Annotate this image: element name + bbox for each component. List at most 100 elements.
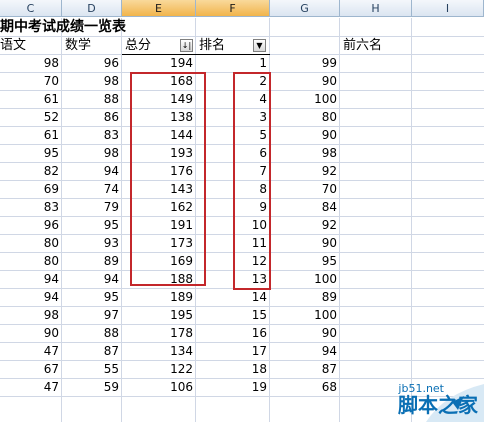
cell-d[interactable]: 98	[62, 145, 122, 162]
cell-h[interactable]	[340, 199, 412, 216]
cell-f[interactable]: 14	[196, 289, 270, 306]
cell-d[interactable]: 88	[62, 91, 122, 108]
cell-e[interactable]: 176	[122, 163, 196, 180]
cell-c[interactable]: 80	[0, 253, 62, 270]
cell-c[interactable]: 95	[0, 145, 62, 162]
cell-e[interactable]: 162	[122, 199, 196, 216]
cell-f[interactable]: 16	[196, 325, 270, 342]
cell-e[interactable]: 191	[122, 217, 196, 234]
cell-e[interactable]: 149	[122, 91, 196, 108]
column-header-g[interactable]: G	[270, 0, 340, 17]
cell-g[interactable]: 95	[270, 253, 340, 270]
cell-d[interactable]: 93	[62, 235, 122, 252]
cell-h[interactable]	[340, 73, 412, 90]
cell-d[interactable]: 89	[62, 253, 122, 270]
cell-g[interactable]: 68	[270, 379, 340, 396]
cell-c[interactable]: 47	[0, 343, 62, 360]
cell-e[interactable]: 106	[122, 379, 196, 396]
cell-c[interactable]: 61	[0, 127, 62, 144]
cell-h[interactable]	[340, 109, 412, 126]
cell-g[interactable]: 92	[270, 163, 340, 180]
column-header-h[interactable]: H	[340, 0, 412, 17]
cell-h[interactable]	[340, 271, 412, 288]
cell-d[interactable]: 88	[62, 325, 122, 342]
cell-f[interactable]: 6	[196, 145, 270, 162]
cell-d[interactable]: 87	[62, 343, 122, 360]
cell-g[interactable]: 100	[270, 271, 340, 288]
cell-g[interactable]: 80	[270, 109, 340, 126]
cell-c[interactable]: 67	[0, 361, 62, 378]
cell-d[interactable]: 79	[62, 199, 122, 216]
cell-g[interactable]: 70	[270, 181, 340, 198]
cell-f[interactable]: 19	[196, 379, 270, 396]
cell-f[interactable]: 1	[196, 55, 270, 72]
cell-c[interactable]: 69	[0, 181, 62, 198]
cell-e[interactable]: 193	[122, 145, 196, 162]
rank-filter-dropdown-button[interactable]: ▼	[253, 39, 266, 52]
cell-e[interactable]: 188	[122, 271, 196, 288]
cell-h[interactable]	[340, 235, 412, 252]
cell-c[interactable]: 96	[0, 217, 62, 234]
cell-d[interactable]: 94	[62, 163, 122, 180]
cell-d[interactable]: 98	[62, 73, 122, 90]
cell-f[interactable]: 15	[196, 307, 270, 324]
cell-c[interactable]: 82	[0, 163, 62, 180]
column-header-c[interactable]: C	[0, 0, 62, 17]
cell-f[interactable]: 2	[196, 73, 270, 90]
cell-h[interactable]	[340, 163, 412, 180]
cell-h[interactable]	[340, 181, 412, 198]
cell-h[interactable]	[340, 343, 412, 360]
sheet-title[interactable]: 期中考试成绩一览表	[0, 18, 126, 37]
cell-d[interactable]: 95	[62, 217, 122, 234]
cell-h[interactable]	[340, 127, 412, 144]
header-math[interactable]: 数学	[62, 37, 122, 55]
cell-h[interactable]	[340, 145, 412, 162]
column-header-i[interactable]: I	[412, 0, 484, 17]
cell-f[interactable]: 5	[196, 127, 270, 144]
cell-d[interactable]: 59	[62, 379, 122, 396]
cell-f[interactable]: 8	[196, 181, 270, 198]
cell-c[interactable]: 61	[0, 91, 62, 108]
cell-f[interactable]: 18	[196, 361, 270, 378]
cell-e[interactable]: 134	[122, 343, 196, 360]
cell-c[interactable]: 47	[0, 379, 62, 396]
cell-c[interactable]: 94	[0, 289, 62, 306]
cell-f[interactable]: 10	[196, 217, 270, 234]
cell-h[interactable]	[340, 289, 412, 306]
column-header-f[interactable]: F	[196, 0, 270, 17]
cell-h[interactable]	[340, 253, 412, 270]
cell-e[interactable]: 189	[122, 289, 196, 306]
cell-c[interactable]: 70	[0, 73, 62, 90]
cell-f[interactable]: 9	[196, 199, 270, 216]
cell-c[interactable]: 90	[0, 325, 62, 342]
cell-e[interactable]: 122	[122, 361, 196, 378]
column-header-d[interactable]: D	[62, 0, 122, 17]
cell-c[interactable]: 98	[0, 55, 62, 72]
cell-h[interactable]	[340, 55, 412, 72]
cell-e[interactable]: 173	[122, 235, 196, 252]
cell-g[interactable]: 99	[270, 55, 340, 72]
cell-d[interactable]: 97	[62, 307, 122, 324]
cell-f[interactable]: 12	[196, 253, 270, 270]
cell-g[interactable]: 92	[270, 217, 340, 234]
cell-g[interactable]: 100	[270, 91, 340, 108]
cell-f[interactable]: 7	[196, 163, 270, 180]
cell-g[interactable]: 90	[270, 73, 340, 90]
cell-c[interactable]: 52	[0, 109, 62, 126]
cell-h[interactable]	[340, 307, 412, 324]
cell-g[interactable]: 94	[270, 343, 340, 360]
cell-c[interactable]: 80	[0, 235, 62, 252]
cell-f[interactable]: 4	[196, 91, 270, 108]
header-top6[interactable]: 前六名	[340, 37, 412, 55]
cell-d[interactable]: 86	[62, 109, 122, 126]
cell-g[interactable]: 100	[270, 307, 340, 324]
cell-d[interactable]: 74	[62, 181, 122, 198]
cell-c[interactable]: 94	[0, 271, 62, 288]
cell-e[interactable]: 169	[122, 253, 196, 270]
cell-e[interactable]: 143	[122, 181, 196, 198]
cell-g[interactable]: 90	[270, 325, 340, 342]
cell-e[interactable]: 144	[122, 127, 196, 144]
cell-e[interactable]: 195	[122, 307, 196, 324]
cell-g[interactable]: 87	[270, 361, 340, 378]
cell-g[interactable]: 98	[270, 145, 340, 162]
